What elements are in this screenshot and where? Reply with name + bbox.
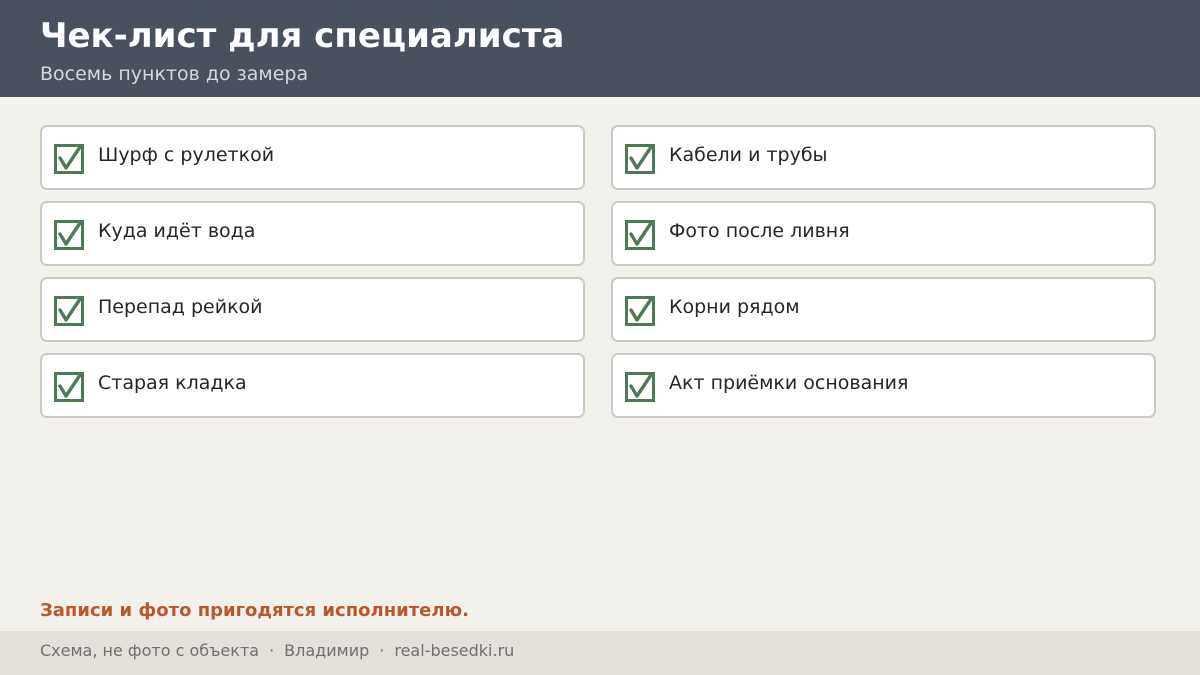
checklist-item-label: Шурф с рулеткой [98, 144, 275, 166]
page-title: Чек-лист для специалиста [40, 16, 565, 56]
checklist-item[interactable]: Фото после ливня [611, 201, 1156, 266]
checklist-grid: Шурф с рулеткой Кабели и трубы Куда идёт… [40, 125, 1156, 418]
checklist-item[interactable]: Акт приёмки основания [611, 353, 1156, 418]
checked-checkbox-icon[interactable] [625, 220, 655, 250]
footer-bar: Схема, не фото с объекта · Владимир · real-b… [0, 631, 1200, 675]
checklist-item-label: Куда идёт вода [98, 220, 256, 242]
footer-author: Владимир [284, 641, 370, 660]
checklist-item-label: Фото после ливня [669, 220, 850, 242]
checked-checkbox-icon[interactable] [625, 296, 655, 326]
page-subtitle: Восемь пунктов до замера [40, 63, 309, 85]
footer-credits: Схема, не фото с объекта · Владимир · real-b… [40, 640, 514, 662]
hint-note: Записи и фото пригодятся исполнителю. [40, 600, 469, 621]
checked-checkbox-icon[interactable] [54, 144, 84, 174]
footer-caption: Схема, не фото с объекта [40, 641, 260, 660]
footer-separator: · [379, 641, 385, 660]
checked-checkbox-icon[interactable] [625, 372, 655, 402]
checklist-item-label: Корни рядом [669, 296, 800, 318]
checklist-item-label: Старая кладка [98, 372, 247, 394]
checklist-item-label: Перепад рейкой [98, 296, 263, 318]
footer-separator: · [269, 641, 275, 660]
checklist-item[interactable]: Старая кладка [40, 353, 585, 418]
checked-checkbox-icon[interactable] [54, 296, 84, 326]
checklist-item[interactable]: Корни рядом [611, 277, 1156, 342]
checklist-item[interactable]: Кабели и трубы [611, 125, 1156, 190]
checked-checkbox-icon[interactable] [54, 372, 84, 402]
checklist-item[interactable]: Перепад рейкой [40, 277, 585, 342]
checked-checkbox-icon[interactable] [54, 220, 84, 250]
header-bar: Чек-лист для специалиста Восемь пунктов … [0, 0, 1200, 97]
checklist-item-label: Кабели и трубы [669, 144, 828, 166]
checked-checkbox-icon[interactable] [625, 144, 655, 174]
checklist-item[interactable]: Куда идёт вода [40, 201, 585, 266]
footer-site-link[interactable]: real-besedki.ru [394, 641, 514, 660]
checklist-item[interactable]: Шурф с рулеткой [40, 125, 585, 190]
checklist-item-label: Акт приёмки основания [669, 372, 909, 394]
